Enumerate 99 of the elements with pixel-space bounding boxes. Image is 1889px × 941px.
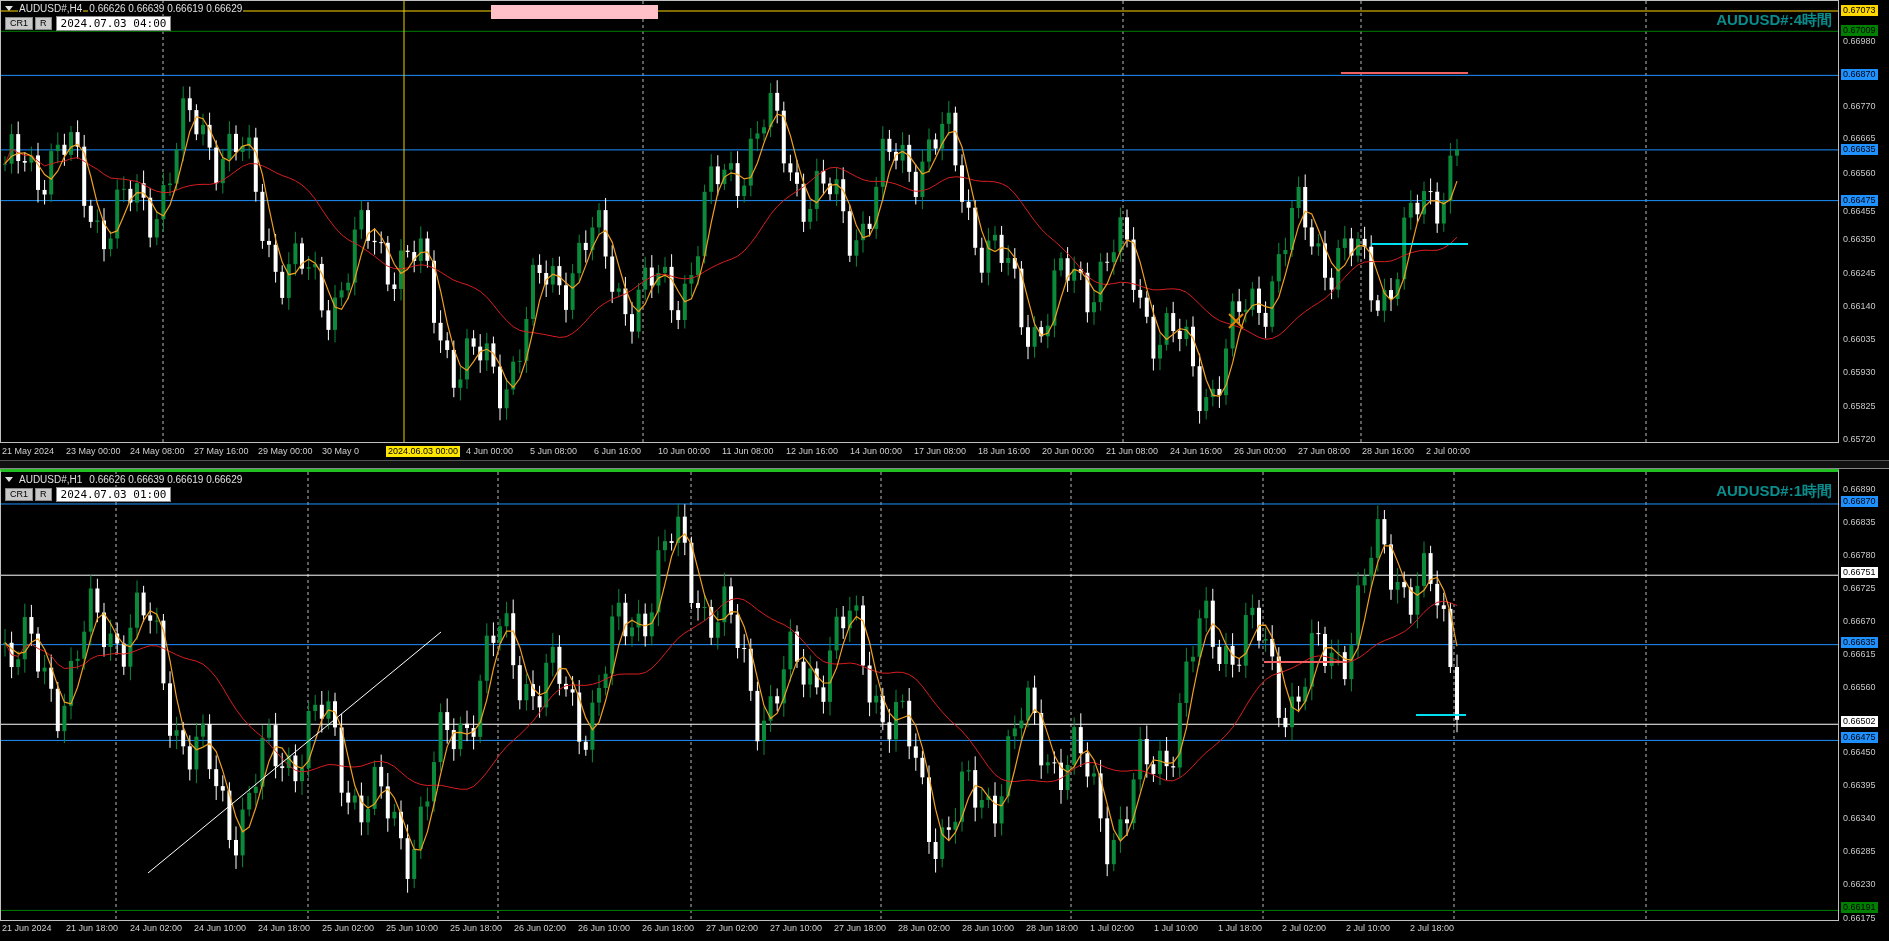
time-label: 2 Jul 00:00 xyxy=(1426,446,1472,457)
date-field[interactable]: 2024.07.03 01:00 xyxy=(55,487,172,502)
price-label: 0.65930 xyxy=(1843,367,1876,379)
time-label: 27 Jun 18:00 xyxy=(834,923,888,934)
price-label: 0.66835 xyxy=(1843,516,1876,528)
time-label: 2 Jul 10:00 xyxy=(1346,923,1392,934)
time-label: 18 Jun 16:00 xyxy=(978,446,1032,457)
symbol-text: AUDUSD#,H1 xyxy=(18,474,84,485)
time-label: 21 Jun 08:00 xyxy=(1106,446,1160,457)
price-label: 0.66395 xyxy=(1843,780,1876,792)
timeframe-label: AUDUSD#:1時間 xyxy=(1716,482,1832,501)
time-label: 14 Jun 00:00 xyxy=(850,446,904,457)
time-label: 20 Jun 00:00 xyxy=(1042,446,1096,457)
chart-button[interactable]: CR1 xyxy=(5,17,33,30)
price-level-label: 0.67009 xyxy=(1841,25,1878,37)
time-label: 25 Jun 18:00 xyxy=(450,923,504,934)
time-label: 10 Jun 00:00 xyxy=(658,446,712,457)
time-label: 30 May 0 xyxy=(322,446,361,457)
time-label: 27 Jun 08:00 xyxy=(1298,446,1352,457)
time-label: 28 Jun 16:00 xyxy=(1362,446,1416,457)
price-label: 0.66450 xyxy=(1843,747,1876,759)
price-label: 0.66670 xyxy=(1843,615,1876,627)
time-label: 5 Jun 08:00 xyxy=(530,446,579,457)
time-label: 2 Jul 18:00 xyxy=(1410,923,1456,934)
price-label: 0.66780 xyxy=(1843,549,1876,561)
time-label: 26 Jun 00:00 xyxy=(1234,446,1288,457)
date-field[interactable]: 2024.07.03 04:00 xyxy=(55,16,172,31)
trend-line[interactable] xyxy=(147,631,442,874)
chart-button[interactable]: R xyxy=(35,488,52,501)
chart-button[interactable]: CR1 xyxy=(5,488,33,501)
time-label: 24 Jun 16:00 xyxy=(1170,446,1224,457)
time-label: 12 Jun 16:00 xyxy=(786,446,840,457)
time-label: 25 Jun 10:00 xyxy=(386,923,440,934)
time-label: 1 Jul 02:00 xyxy=(1090,923,1136,934)
time-label: 28 Jun 02:00 xyxy=(898,923,952,934)
time-label: 24 Jun 10:00 xyxy=(194,923,248,934)
price-label: 0.65825 xyxy=(1843,400,1876,412)
price-label: 0.66560 xyxy=(1843,681,1876,693)
price-label: 0.66285 xyxy=(1843,846,1876,858)
time-label: 21 Jun 18:00 xyxy=(66,923,120,934)
price-level-label: 0.66502 xyxy=(1841,716,1878,728)
time-label: 6 Jun 16:00 xyxy=(594,446,643,457)
price-label: 0.66615 xyxy=(1843,648,1876,660)
price-level-label: 0.66635 xyxy=(1841,143,1878,155)
price-label: 0.66340 xyxy=(1843,813,1876,825)
price-level-label: 0.66751 xyxy=(1841,567,1878,579)
time-label: 24 May 08:00 xyxy=(130,446,186,457)
time-label: 23 May 00:00 xyxy=(66,446,122,457)
time-label: 11 Jun 08:00 xyxy=(722,446,775,457)
price-level-label: 0.66870 xyxy=(1841,69,1878,81)
time-label: 27 May 16:00 xyxy=(194,446,250,457)
time-label: 1 Jul 18:00 xyxy=(1218,923,1264,934)
symbol-text: AUDUSD#,H4 xyxy=(18,3,84,14)
time-label: 27 Jun 02:00 xyxy=(706,923,760,934)
time-label: 21 May 2024 xyxy=(2,446,56,457)
caret-icon[interactable] xyxy=(5,477,13,482)
price-label: 0.66455 xyxy=(1843,205,1876,217)
price-label: 0.66890 xyxy=(1843,484,1876,495)
caret-icon[interactable] xyxy=(5,6,13,11)
price-label: 0.66230 xyxy=(1843,879,1876,891)
time-label: 28 Jun 18:00 xyxy=(1026,923,1080,934)
ohlc-text: 0.66626 0.66639 0.66619 0.66629 xyxy=(88,3,244,14)
price-level-label: 0.66870 xyxy=(1841,495,1878,507)
price-label: 0.66175 xyxy=(1843,913,1876,925)
support-line[interactable] xyxy=(1415,714,1467,716)
time-label: 27 Jun 10:00 xyxy=(770,923,824,934)
time-label: 26 Jun 18:00 xyxy=(642,923,696,934)
price-label: 0.65720 xyxy=(1843,434,1876,445)
chart-button[interactable]: R xyxy=(35,17,52,30)
price-label: 0.66560 xyxy=(1843,167,1876,179)
time-label: 1 Jul 10:00 xyxy=(1154,923,1200,934)
price-label: 0.66350 xyxy=(1843,234,1876,246)
price-level-label: 0.66475 xyxy=(1841,194,1878,206)
time-label: 28 Jun 10:00 xyxy=(962,923,1016,934)
price-label: 0.66035 xyxy=(1843,334,1876,346)
time-label: 2024.06.03 00:00 xyxy=(386,446,461,457)
time-label: 4 Jun 00:00 xyxy=(466,446,515,457)
price-label: 0.66140 xyxy=(1843,300,1876,312)
time-label: 24 Jun 18:00 xyxy=(258,923,312,934)
time-label: 17 Jun 08:00 xyxy=(914,446,968,457)
time-label: 26 Jun 10:00 xyxy=(578,923,632,934)
time-label: 21 Jun 2024 xyxy=(2,923,53,934)
price-label: 0.66980 xyxy=(1843,36,1876,48)
price-label: 0.66725 xyxy=(1843,582,1876,594)
time-label: 24 Jun 02:00 xyxy=(130,923,184,934)
time-label: 26 Jun 02:00 xyxy=(514,923,568,934)
price-level-label: 0.66635 xyxy=(1841,636,1878,648)
time-label: 2 Jul 02:00 xyxy=(1282,923,1328,934)
price-label: 0.66665 xyxy=(1843,132,1876,144)
timeframe-label: AUDUSD#:4時間 xyxy=(1716,11,1832,30)
cross-icon[interactable] xyxy=(1228,313,1244,329)
ohlc-text: 0.66626 0.66639 0.66619 0.66629 xyxy=(88,474,244,485)
time-label: 29 May 00:00 xyxy=(258,446,314,457)
price-level-label: 0.67073 xyxy=(1841,5,1878,16)
time-label: 25 Jun 02:00 xyxy=(322,923,376,934)
price-level-label: 0.66191 xyxy=(1841,902,1878,914)
price-label: 0.66245 xyxy=(1843,267,1876,279)
price-label: 0.66770 xyxy=(1843,101,1876,113)
price-level-label: 0.66475 xyxy=(1841,732,1878,744)
